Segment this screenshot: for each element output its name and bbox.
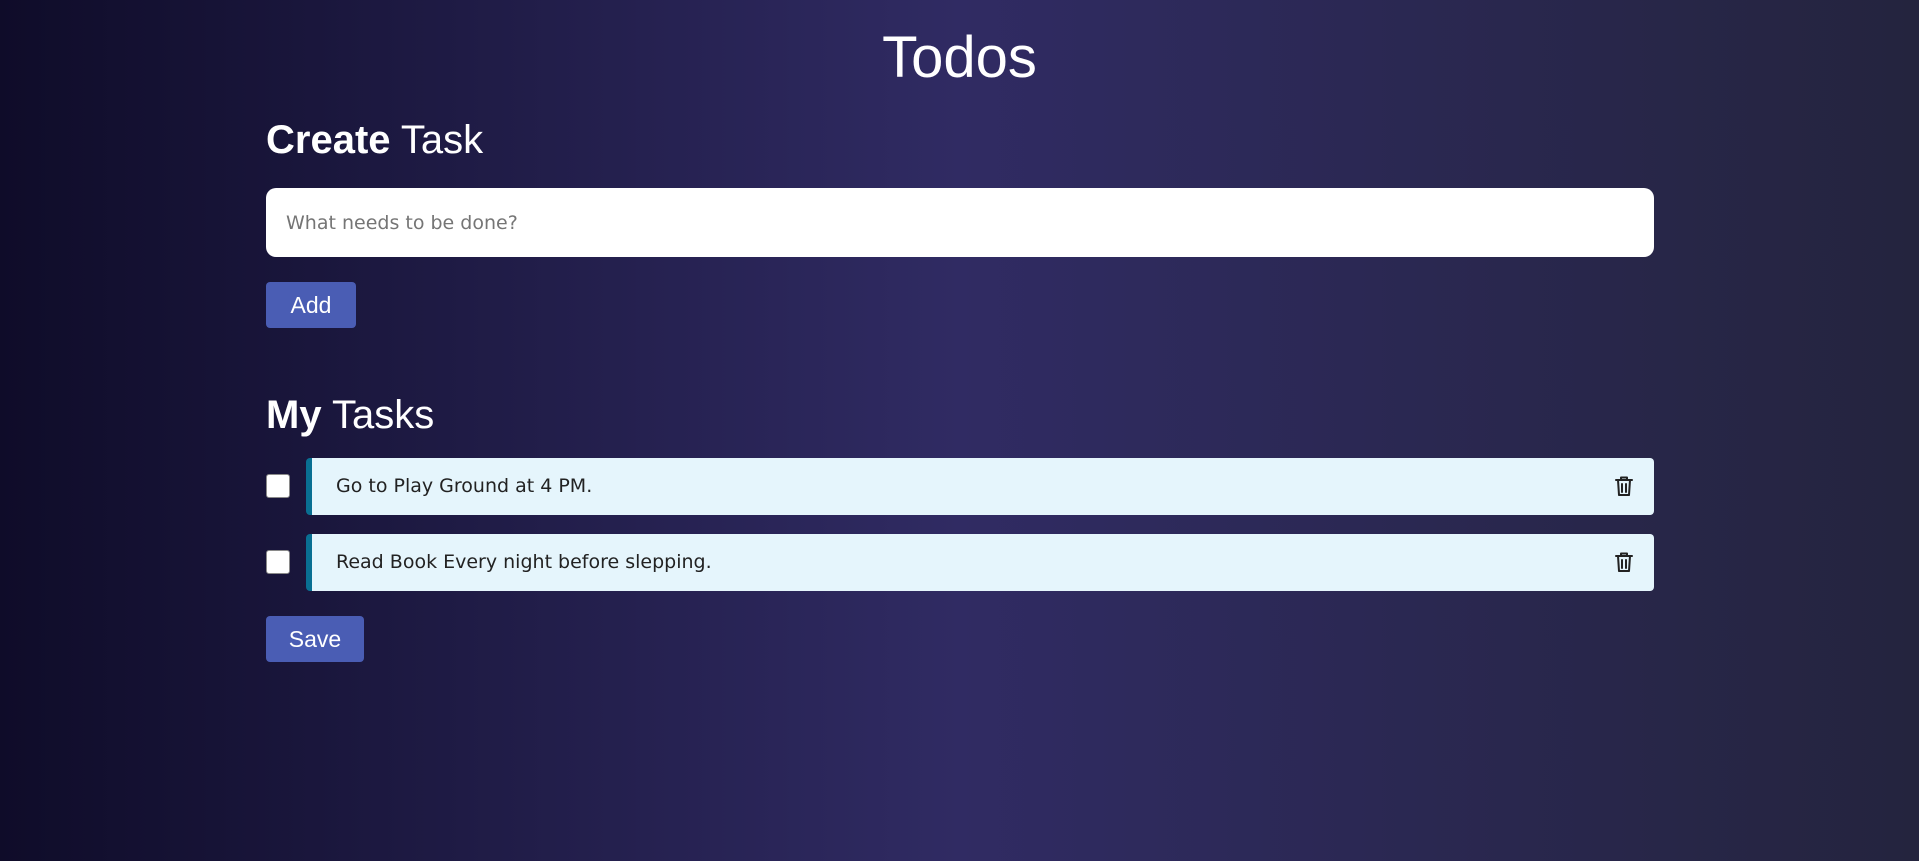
my-tasks-heading-rest: Tasks [321,393,435,437]
create-task-heading-rest: Task [390,118,484,162]
todo-item: Go to Play Ground at 4 PM. [266,458,1654,515]
todo-card: Read Book Every night before slepping. [306,534,1654,591]
todo-list: Go to Play Ground at 4 PM. Read Book Eve… [266,458,1654,610]
save-button[interactable]: Save [266,616,364,662]
todo-card: Go to Play Ground at 4 PM. [306,458,1654,515]
trash-icon[interactable] [1612,474,1636,498]
new-task-input[interactable] [266,188,1654,257]
todo-checkbox[interactable] [266,550,290,574]
todo-checkbox[interactable] [266,474,290,498]
todo-text: Read Book Every night before slepping. [336,551,712,573]
my-tasks-heading-strong: My [266,393,322,437]
create-task-heading-strong: Create [266,118,391,162]
my-tasks-heading: My Tasks [266,391,434,439]
todo-item: Read Book Every night before slepping. [266,534,1654,591]
create-task-heading: Create Task [266,116,483,164]
page-title: Todos [882,25,1037,90]
add-button[interactable]: Add [266,282,356,328]
trash-icon[interactable] [1612,550,1636,574]
todo-text: Go to Play Ground at 4 PM. [336,475,593,497]
